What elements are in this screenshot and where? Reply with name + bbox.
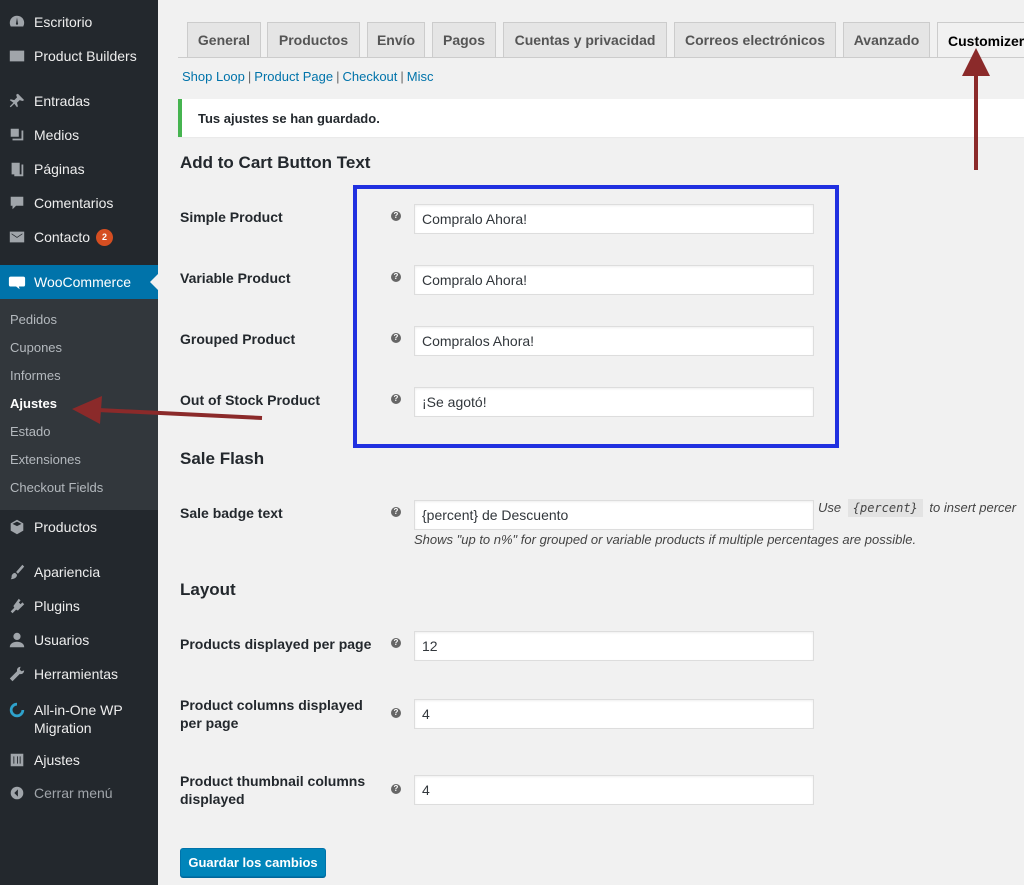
sliders-icon bbox=[0, 751, 34, 769]
collapse-icon bbox=[0, 784, 34, 802]
menu-plugins[interactable]: Plugins bbox=[0, 589, 158, 623]
wrench-icon bbox=[0, 665, 34, 683]
menu-entradas[interactable]: Entradas bbox=[0, 84, 158, 118]
success-notice: Tus ajustes se han guardado. bbox=[178, 99, 1024, 137]
section-title-sale-flash: Sale Flash bbox=[180, 449, 265, 468]
menu-woocommerce[interactable]: WooCommerce bbox=[0, 265, 158, 299]
submenu-cupones[interactable]: Cupones bbox=[10, 338, 62, 358]
menu-all-in-one-migration[interactable]: All-in-One WP Migration bbox=[0, 697, 158, 741]
dashboard-icon bbox=[0, 13, 34, 31]
media-icon bbox=[0, 126, 34, 144]
product-columns-input[interactable] bbox=[414, 699, 814, 729]
subnav-shop-loop[interactable]: Shop Loop bbox=[182, 69, 245, 84]
menu-medios[interactable]: Medios bbox=[0, 118, 158, 152]
notification-badge: 2 bbox=[96, 228, 114, 246]
submenu-extensiones[interactable]: Extensiones bbox=[10, 450, 81, 470]
label-product-columns: Product columns displayed per page bbox=[180, 697, 363, 731]
products-per-page-input[interactable] bbox=[414, 631, 814, 661]
submenu-checkout-fields[interactable]: Checkout Fields bbox=[10, 478, 103, 498]
submenu-pedidos[interactable]: Pedidos bbox=[10, 310, 57, 330]
label-thumbnail-columns: Product thumbnail columns displayed bbox=[180, 773, 366, 807]
tabs-divider bbox=[178, 57, 1024, 58]
settings-content: General Productos Envío Pagos Cuentas y … bbox=[158, 0, 1024, 885]
menu-paginas[interactable]: Páginas bbox=[0, 152, 158, 186]
mail-icon bbox=[0, 228, 34, 246]
section-title-layout: Layout bbox=[180, 580, 236, 599]
user-icon bbox=[0, 631, 34, 649]
tab-cuentas-privacidad[interactable]: Cuentas y privacidad bbox=[503, 22, 667, 57]
sale-badge-input[interactable] bbox=[414, 500, 814, 530]
menu-apariencia[interactable]: Apariencia bbox=[0, 555, 158, 589]
help-icon[interactable]: ? bbox=[391, 708, 401, 718]
woocommerce-icon bbox=[0, 273, 34, 291]
submenu-informes[interactable]: Informes bbox=[10, 366, 61, 386]
cube-icon bbox=[0, 518, 34, 536]
tab-correos[interactable]: Correos electrónicos bbox=[674, 22, 836, 57]
menu-comentarios[interactable]: Comentarios bbox=[0, 186, 158, 220]
menu-herramientas[interactable]: Herramientas bbox=[0, 657, 158, 691]
highlight-box bbox=[353, 185, 839, 448]
woocommerce-submenu: Pedidos Cupones Informes Ajustes Estado … bbox=[0, 299, 158, 510]
help-icon[interactable]: ? bbox=[391, 507, 401, 517]
percent-code: {percent} bbox=[847, 499, 923, 517]
builder-icon bbox=[0, 47, 34, 65]
tab-envio[interactable]: Envío bbox=[367, 22, 425, 57]
menu-productos[interactable]: Productos bbox=[0, 510, 158, 544]
tab-productos[interactable]: Productos bbox=[267, 22, 360, 57]
migration-icon bbox=[0, 701, 34, 719]
menu-escritorio[interactable]: Escritorio bbox=[0, 5, 158, 39]
pin-icon bbox=[0, 92, 34, 110]
section-subnav: Shop Loop | Product Page | Checkout | Misc bbox=[182, 69, 434, 84]
pages-icon bbox=[0, 160, 34, 178]
menu-usuarios[interactable]: Usuarios bbox=[0, 623, 158, 657]
tab-pagos[interactable]: Pagos bbox=[432, 22, 496, 57]
thumbnail-columns-input[interactable] bbox=[414, 775, 814, 805]
brush-icon bbox=[0, 563, 34, 581]
label-products-per-page: Products displayed per page bbox=[180, 636, 372, 652]
comment-icon bbox=[0, 194, 34, 212]
submenu-estado[interactable]: Estado bbox=[10, 422, 50, 442]
subnav-product-page[interactable]: Product Page bbox=[254, 69, 333, 84]
submenu-ajustes[interactable]: Ajustes bbox=[10, 394, 57, 414]
tab-customizer[interactable]: Customizer bbox=[937, 22, 1024, 58]
collapse-menu-button[interactable]: Cerrar menú bbox=[0, 776, 158, 810]
section-title-add-to-cart: Add to Cart Button Text bbox=[180, 153, 371, 172]
sale-badge-description: Shows "up to n%" for grouped or variable… bbox=[414, 532, 917, 547]
help-icon[interactable]: ? bbox=[391, 638, 401, 648]
subnav-misc[interactable]: Misc bbox=[407, 69, 434, 84]
menu-ajustes[interactable]: Ajustes bbox=[0, 743, 158, 777]
admin-sidebar: Escritorio Product Builders Entradas Med… bbox=[0, 0, 158, 885]
subnav-checkout[interactable]: Checkout bbox=[342, 69, 397, 84]
plugin-icon bbox=[0, 597, 34, 615]
save-button[interactable]: Guardar los cambios bbox=[180, 848, 326, 877]
tab-avanzado[interactable]: Avanzado bbox=[843, 22, 930, 57]
help-icon[interactable]: ? bbox=[391, 784, 401, 794]
sale-badge-hint: Use {percent} to insert percer bbox=[818, 499, 1017, 517]
menu-contacto[interactable]: Contacto 2 bbox=[0, 220, 158, 254]
label-sale-badge: Sale badge text bbox=[180, 505, 283, 521]
menu-product-builders[interactable]: Product Builders bbox=[0, 39, 158, 73]
tab-general[interactable]: General bbox=[187, 22, 261, 57]
